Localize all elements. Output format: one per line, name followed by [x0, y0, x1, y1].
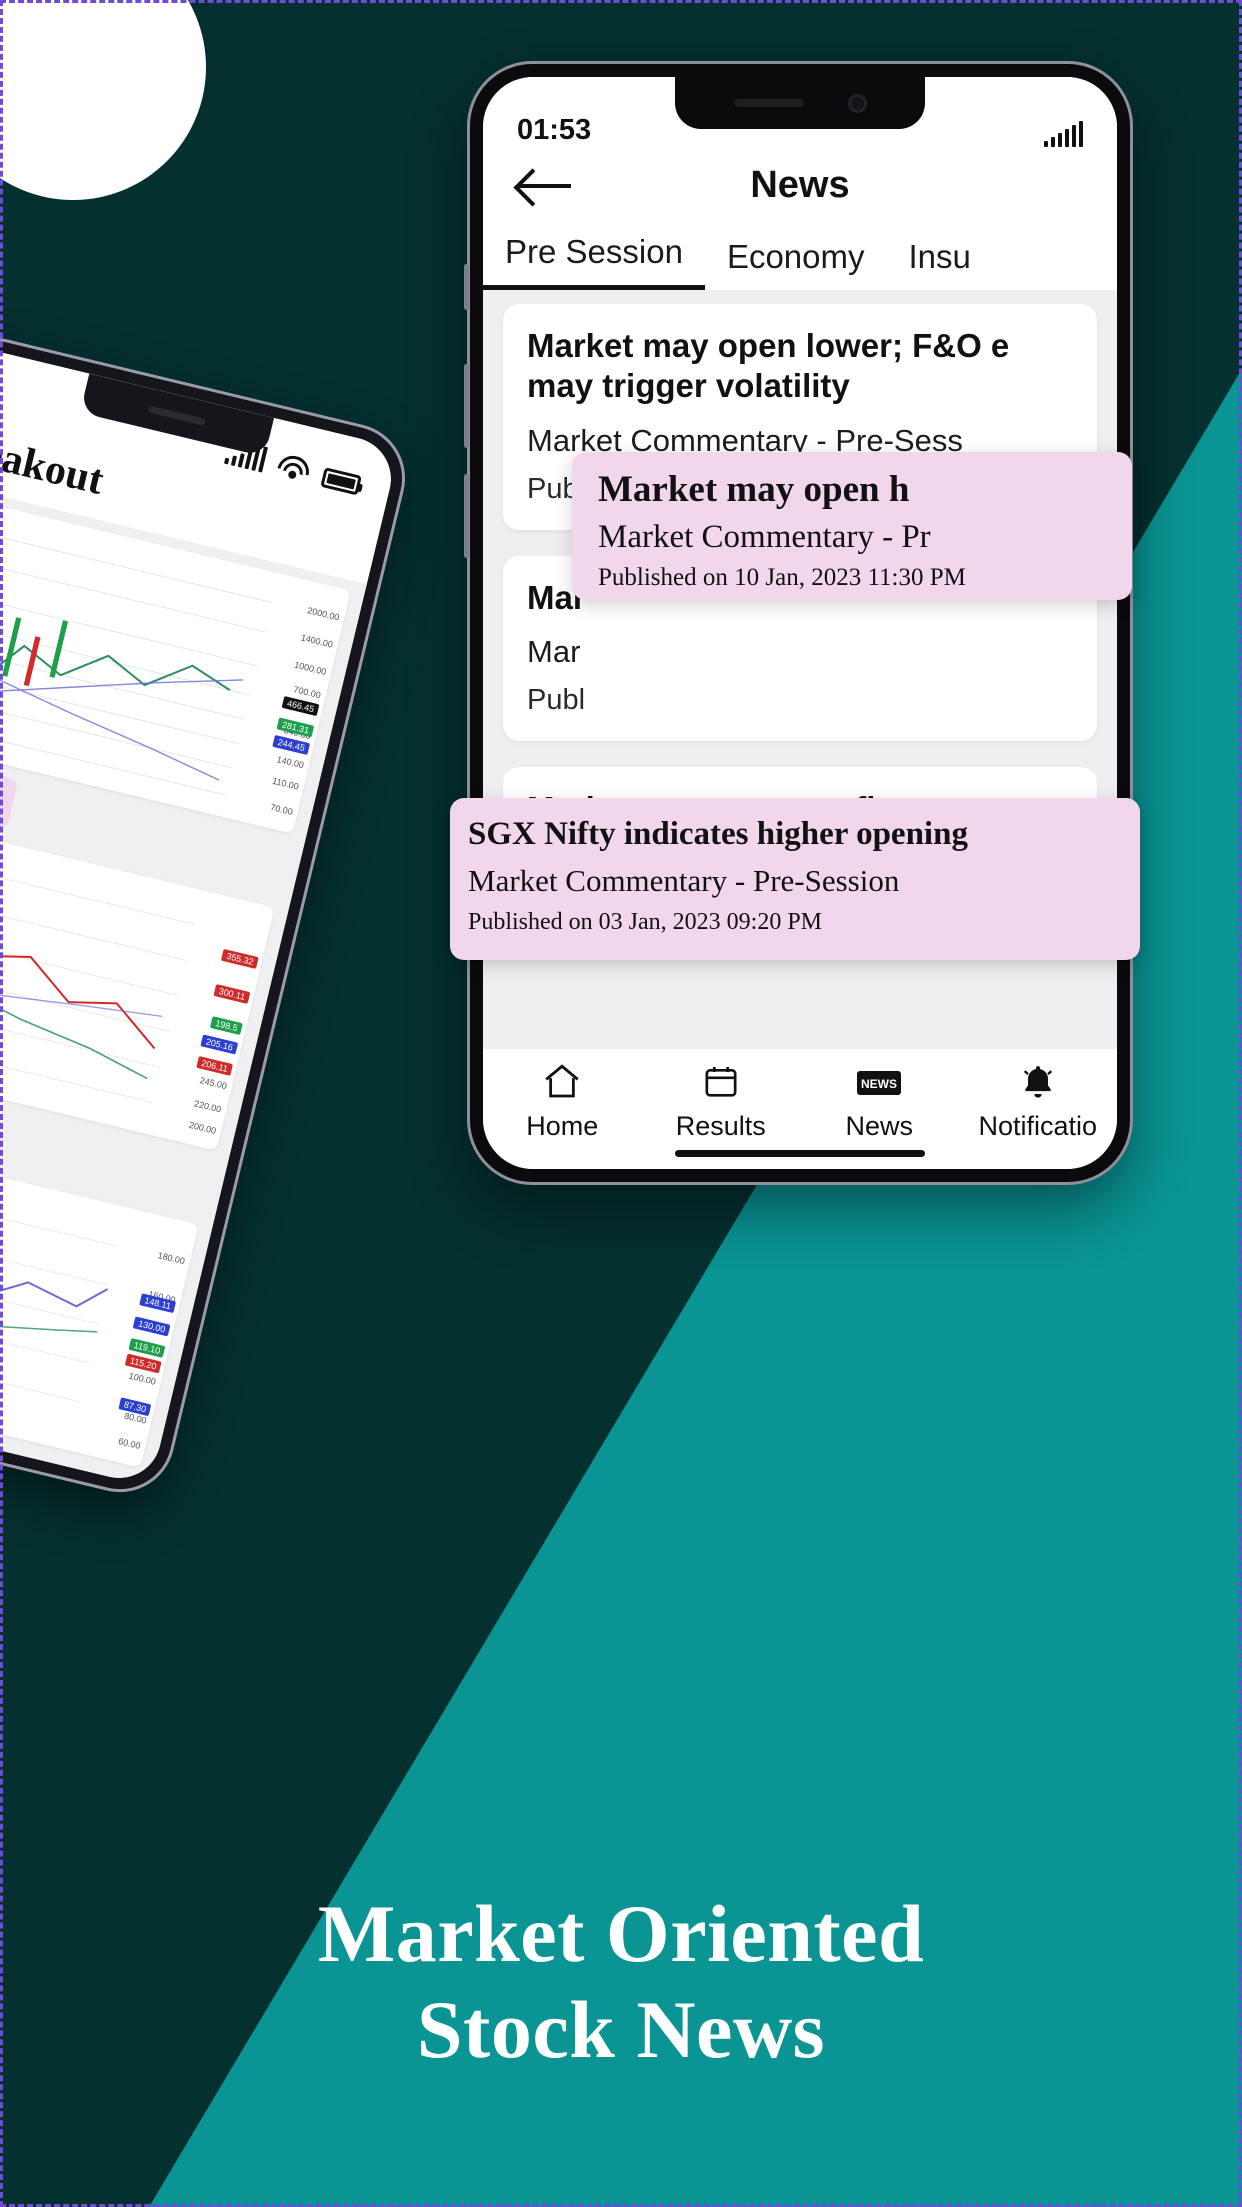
svg-text:NEWS: NEWS: [861, 1077, 897, 1091]
calendar-icon: [701, 1059, 741, 1105]
highlight-news-date: Published on 03 Jan, 2023 09:20 PM: [468, 909, 823, 935]
status-time: 01:53: [517, 114, 592, 146]
highlight-news-date: Published on 10 Jan, 2023 11:30 PM: [598, 564, 966, 591]
phone-volume-up-button[interactable]: [464, 364, 469, 448]
headline-line-2: Stock News: [416, 1984, 826, 2076]
battery-icon: [320, 467, 362, 496]
signal-bars-icon: [1044, 121, 1083, 147]
app-bar: News: [483, 155, 1117, 221]
headline-line-1: Market Oriented: [317, 1887, 925, 1979]
phone-volume-down-button[interactable]: [464, 474, 469, 558]
tab-economy[interactable]: Economy: [705, 234, 887, 290]
home-indicator: [675, 1150, 925, 1157]
wifi-icon: [276, 452, 313, 484]
news-title: Market may open lower; F&O e may trigger…: [527, 327, 1010, 405]
nav-label: Home: [526, 1111, 599, 1141]
highlight-news-source: Market Commentary - Pr: [598, 519, 931, 555]
phone-notch: [675, 77, 925, 129]
news-date: Publ: [527, 683, 586, 716]
chart-card[interactable]: 180.00 160.00 100.00 80.00 60.00 148.11 …: [0, 1126, 199, 1468]
tab-pre-session[interactable]: Pre Session: [483, 229, 705, 290]
highlight-news-source: Market Commentary - Pre-Session: [468, 863, 900, 898]
news-source: Mar: [527, 633, 581, 669]
highlight-news-card[interactable]: SGX Nifty indicates higher opening Marke…: [450, 798, 1140, 960]
bell-icon: [1018, 1059, 1058, 1105]
nav-label: Results: [675, 1111, 766, 1141]
phone-mute-button[interactable]: [464, 264, 469, 310]
right-phone-screen: 01:53 News Pre Session Economy Insu Mark…: [483, 77, 1117, 1169]
back-arrow-icon[interactable]: [517, 165, 573, 205]
candlestick-chart: [0, 809, 275, 1151]
tab-insurance[interactable]: Insu: [887, 234, 993, 290]
highlight-news-card[interactable]: Market may open h Market Commentary - Pr…: [572, 452, 1132, 600]
page-title: News: [750, 163, 850, 206]
nav-item-notifications[interactable]: Notificatio: [959, 1059, 1118, 1142]
nav-item-home[interactable]: Home: [483, 1059, 642, 1142]
highlight-news-title: SGX Nifty indicates higher opening: [468, 816, 968, 852]
right-phone-mockup: 01:53 News Pre Session Economy Insu Mark…: [464, 64, 1130, 1182]
nav-label: Notificatio: [978, 1111, 1098, 1141]
marketing-headline: Market Oriented Stock News: [0, 1886, 1242, 2080]
nav-item-results[interactable]: Results: [642, 1059, 801, 1142]
highlight-news-title: Market may open h: [598, 469, 910, 510]
news-icon: NEWS: [855, 1059, 903, 1105]
home-icon: [541, 1059, 583, 1105]
chart-card[interactable]: 355.32 300.11 198.5 205.16 206.11 245.00…: [0, 809, 275, 1151]
nav-item-news[interactable]: NEWS News: [800, 1059, 959, 1142]
nav-label: News: [845, 1111, 913, 1141]
tab-bar: Pre Session Economy Insu: [483, 221, 1117, 290]
